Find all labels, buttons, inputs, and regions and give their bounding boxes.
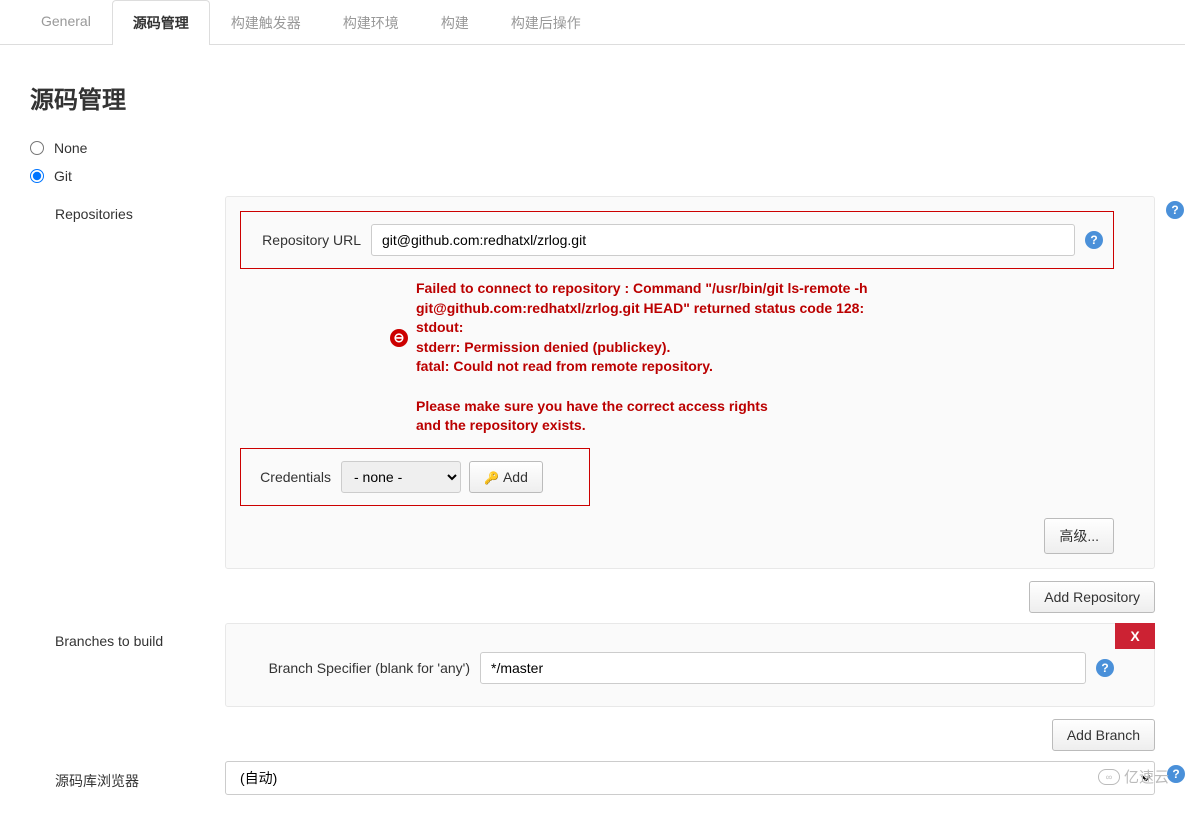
credentials-label: Credentials xyxy=(251,469,341,485)
radio-git-label: Git xyxy=(54,168,72,184)
tab-scm[interactable]: 源码管理 xyxy=(112,0,210,45)
key-icon: 🔑 xyxy=(484,471,499,485)
browser-label: 源码库浏览器 xyxy=(55,761,225,791)
section-title: 源码管理 xyxy=(30,80,1155,115)
repo-url-input[interactable] xyxy=(371,224,1075,256)
help-icon[interactable]: ? xyxy=(1166,201,1184,219)
radio-none-label: None xyxy=(54,140,87,156)
add-branch-button[interactable]: Add Branch xyxy=(1052,719,1155,751)
error-icon: ⊖ xyxy=(390,329,408,347)
repositories-panel: ? Repository URL ? ⊖ Failed to connect t… xyxy=(225,196,1155,569)
error-block: ⊖ Failed to connect to repository : Comm… xyxy=(390,279,1114,436)
add-credentials-button[interactable]: 🔑Add xyxy=(469,461,543,493)
watermark: ∞ 亿速云 xyxy=(1098,766,1169,787)
repo-url-label: Repository URL xyxy=(251,232,371,248)
help-icon[interactable]: ? xyxy=(1096,659,1114,677)
advanced-button[interactable]: 高级... xyxy=(1044,518,1114,554)
radio-git[interactable] xyxy=(30,169,44,183)
branch-specifier-label: Branch Specifier (blank for 'any') xyxy=(240,660,480,676)
branches-panel: X Branch Specifier (blank for 'any') ? xyxy=(225,623,1155,707)
tab-general[interactable]: General xyxy=(20,0,112,45)
error-text: Failed to connect to repository : Comman… xyxy=(416,279,868,436)
delete-branch-button[interactable]: X xyxy=(1115,623,1155,649)
help-icon[interactable]: ? xyxy=(1167,765,1185,783)
scm-option-none[interactable]: None xyxy=(30,140,1155,156)
tab-build[interactable]: 构建 xyxy=(420,0,490,45)
browser-select[interactable]: (自动) xyxy=(225,761,1155,795)
branches-label: Branches to build xyxy=(55,623,225,649)
scm-option-git[interactable]: Git xyxy=(30,168,1155,184)
tab-env[interactable]: 构建环境 xyxy=(322,0,420,45)
tab-post[interactable]: 构建后操作 xyxy=(490,0,602,45)
branch-specifier-input[interactable] xyxy=(480,652,1086,684)
cloud-icon: ∞ xyxy=(1098,769,1120,785)
repositories-label: Repositories xyxy=(55,196,225,222)
radio-none[interactable] xyxy=(30,141,44,155)
credentials-select[interactable]: - none - xyxy=(341,461,461,493)
add-repository-button[interactable]: Add Repository xyxy=(1029,581,1155,613)
tab-triggers[interactable]: 构建触发器 xyxy=(210,0,322,45)
config-tabs: General 源码管理 构建触发器 构建环境 构建 构建后操作 xyxy=(0,0,1185,45)
content-area: 源码管理 None Git Repositories ? Repository … xyxy=(0,45,1185,825)
help-icon[interactable]: ? xyxy=(1085,231,1103,249)
